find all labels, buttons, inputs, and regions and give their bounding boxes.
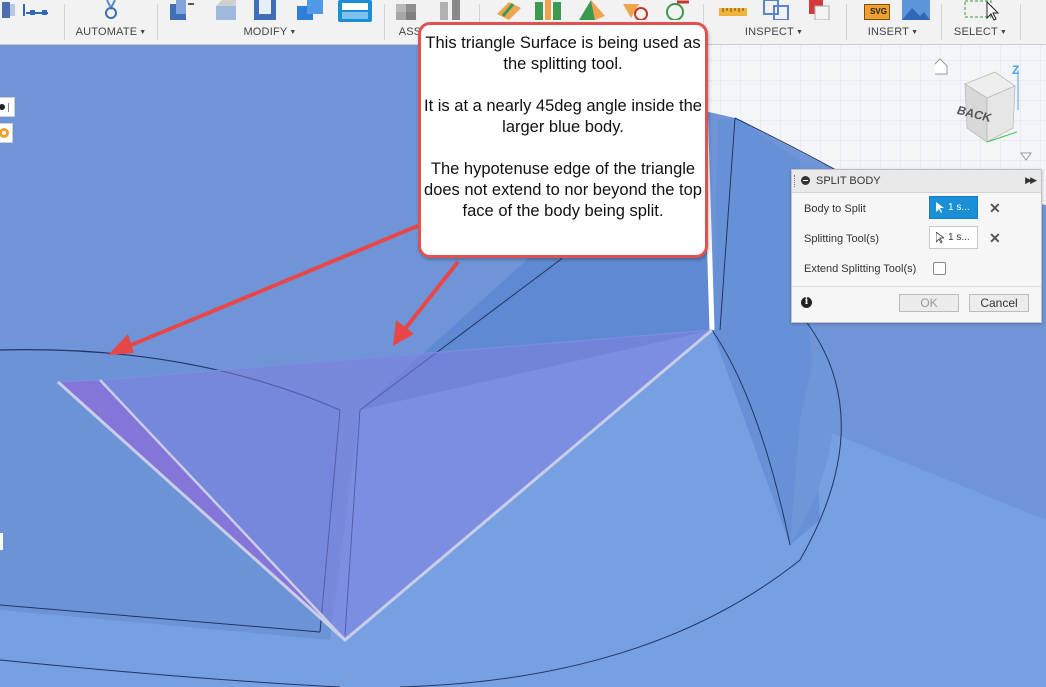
toolbar-group-select[interactable]: SELECT ▼ [943, 0, 1018, 44]
callout-text-1: This triangle Surface is being used as t… [425, 34, 701, 73]
view-cube[interactable]: . BACK Z [932, 50, 1045, 175]
split-body-dialog: SPLIT BODY ▶▶ Body to Split 1 s... ✕ Spl… [791, 169, 1042, 323]
combine-icon[interactable] [295, 0, 325, 20]
dropdown-caret-icon: ▼ [139, 29, 147, 36]
dialog-title: SPLIT BODY [816, 175, 881, 187]
collapse-icon[interactable] [801, 176, 810, 185]
new-component-icon[interactable] [394, 0, 422, 20]
orbit-down-arrow-icon [1020, 152, 1032, 161]
expand-icon[interactable]: ▶▶ [1025, 175, 1037, 186]
inspect-label: INSPECT [744, 26, 794, 38]
tangent-plane-icon[interactable] [621, 0, 651, 20]
cursor-arrow-icon [936, 202, 944, 213]
ok-button[interactable]: OK [899, 294, 959, 312]
midplane-icon[interactable] [533, 0, 563, 20]
comment-tab[interactable] [0, 123, 13, 143]
splitting-tool-label: Splitting Tool(s) [804, 233, 879, 245]
viewcube-z-axis: Z [1012, 63, 1020, 77]
cancel-button[interactable]: Cancel [969, 294, 1029, 312]
body-to-split-label: Body to Split [804, 203, 866, 215]
offset-plane-icon[interactable] [493, 0, 523, 20]
shell-icon[interactable] [252, 0, 280, 20]
interference-icon[interactable] [762, 0, 792, 20]
timeline-marker [0, 533, 3, 550]
splitting-tool-value: 1 s... [948, 232, 970, 243]
sketch-tool-icon[interactable] [2, 0, 16, 20]
clear-tool-icon[interactable]: ✕ [989, 230, 1001, 247]
settings-gear-icon [0, 128, 9, 138]
dropdown-caret-icon: ▼ [911, 29, 919, 36]
toolbar-group-create [0, 0, 62, 44]
extend-tool-label: Extend Splitting Tool(s) [804, 263, 917, 275]
toolbar-group-insert[interactable]: SVG INSERT ▼ [848, 0, 938, 44]
constraint-icon[interactable] [22, 0, 52, 20]
drag-grip-icon[interactable] [794, 175, 797, 187]
toolbar-group-modify[interactable]: MODIFY ▼ [160, 0, 380, 44]
axis-through-cylinder-icon[interactable] [663, 0, 693, 20]
extend-tool-checkbox[interactable] [933, 262, 946, 275]
insert-svg-icon[interactable]: SVG [864, 4, 890, 20]
cursor-arrow-icon [936, 232, 944, 244]
svg-badge-text: SVG [870, 7, 887, 16]
automate-medal-icon[interactable] [103, 0, 119, 22]
toolbar-group-inspect[interactable]: INSPECT ▼ [705, 0, 843, 44]
callout-text-2: It is at a nearly 45deg angle inside the… [424, 97, 702, 136]
info-icon[interactable]: i [801, 297, 812, 308]
toolbar-group-automate[interactable]: AUTOMATE ▼ [66, 0, 156, 44]
dropdown-caret-icon: ▼ [289, 29, 297, 36]
joint-icon[interactable] [438, 0, 464, 20]
press-pull-icon[interactable] [168, 0, 196, 20]
dropdown-caret-icon: ▼ [999, 29, 1008, 36]
section-analysis-icon[interactable] [805, 0, 835, 20]
clear-body-icon[interactable]: ✕ [989, 200, 1001, 217]
body-to-split-value: 1 s... [948, 202, 970, 213]
window-select-icon[interactable] [963, 0, 999, 22]
split-body-icon[interactable] [337, 0, 375, 22]
dialog-title-bar[interactable]: SPLIT BODY ▶▶ [792, 170, 1041, 193]
modify-label: MODIFY [243, 26, 288, 38]
fillet-icon[interactable] [212, 0, 240, 20]
splitting-tool-selector[interactable]: 1 s... [929, 226, 978, 249]
home-view-icon [932, 58, 948, 75]
plane-at-angle-icon[interactable] [577, 0, 607, 20]
eye-visibility-icon [0, 103, 9, 112]
browser-collapse-tab[interactable] [0, 97, 15, 117]
select-label: SELECT [953, 26, 998, 38]
body-to-split-selector[interactable]: 1 s... [929, 196, 978, 219]
measure-icon[interactable] [717, 0, 749, 20]
insert-canvas-icon[interactable] [902, 0, 932, 20]
insert-label: INSERT [867, 26, 910, 38]
callout-text-3: The hypotenuse edge of the triangle does… [424, 160, 702, 220]
dropdown-caret-icon: ▼ [795, 29, 804, 36]
annotation-callout: This triangle Surface is being used as t… [418, 22, 708, 258]
automate-label: AUTOMATE [75, 26, 138, 38]
